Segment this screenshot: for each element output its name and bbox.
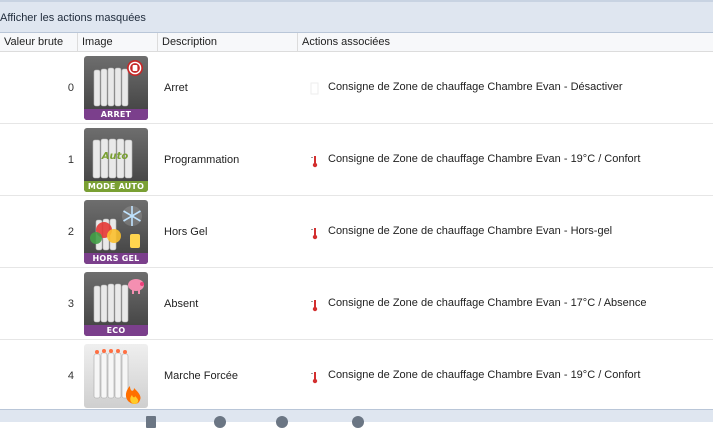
description-cell: Arret <box>164 82 188 94</box>
raw-value: 3 <box>67 298 74 310</box>
table-row[interactable]: 2 HORS GEL Hors Gel Consigne de Zone de … <box>0 196 713 268</box>
thermometer-icon <box>311 228 318 240</box>
action-link[interactable]: Consigne de Zone de chauffage Chambre Ev… <box>328 297 647 309</box>
description-cell: Absent <box>164 298 199 310</box>
raw-value: 4 <box>67 370 74 382</box>
document-icon[interactable] <box>146 416 156 428</box>
thumb-badge: ECO <box>84 325 148 336</box>
radiator-eco-icon: ECO <box>84 272 148 336</box>
radiator-stop-icon: ARRET <box>84 56 148 120</box>
toolbar-button-icon[interactable] <box>276 416 288 428</box>
column-header-image[interactable]: Image <box>78 33 158 51</box>
column-header-raw-value[interactable]: Valeur brute <box>0 33 78 51</box>
table-row[interactable]: 3 ECO Absent Consigne de Zone de chauffa… <box>0 268 713 340</box>
column-header-actions[interactable]: Actions associées <box>298 33 713 51</box>
thermometer-icon <box>311 372 318 384</box>
action-link[interactable]: Consigne de Zone de chauffage Chambre Ev… <box>328 369 640 381</box>
empty-action-icon <box>310 82 319 95</box>
description-cell: Hors Gel <box>164 226 208 238</box>
show-hidden-actions-link[interactable]: Afficher les actions masquées <box>0 12 146 24</box>
description-cell: Marche Forcée <box>164 370 238 382</box>
raw-value: 0 <box>67 82 74 94</box>
action-link[interactable]: Consigne de Zone de chauffage Chambre Ev… <box>328 225 612 237</box>
thumb-badge: ARRET <box>84 109 148 120</box>
table-row[interactable]: 4 Marche Forcée Consigne de Zone de chau… <box>0 340 713 412</box>
thumb-badge: MODE AUTO <box>84 181 148 192</box>
radiator-frost-icon: HORS GEL <box>84 200 148 264</box>
radiator-auto-icon: Auto MODE AUTO <box>84 128 148 192</box>
top-toolbar: Afficher les actions masquées <box>0 0 713 33</box>
description-cell: Programmation <box>164 154 240 166</box>
table-row[interactable]: 1 Auto MODE AUTO Programmation Consigne … <box>0 124 713 196</box>
table-row[interactable]: 0 ARRET Arret Consigne de Zone de chauff… <box>0 52 713 124</box>
column-header-description[interactable]: Description <box>158 33 298 51</box>
thermometer-icon <box>311 300 318 312</box>
radiator-flame-icon <box>84 344 148 408</box>
raw-value: 1 <box>67 154 74 166</box>
raw-value: 2 <box>67 226 74 238</box>
bottom-toolbar <box>0 409 713 428</box>
toolbar-button-icon[interactable] <box>214 416 226 428</box>
toolbar-button-icon[interactable] <box>352 416 364 428</box>
action-link[interactable]: Consigne de Zone de chauffage Chambre Ev… <box>328 153 640 165</box>
table-header: Valeur brute Image Description Actions a… <box>0 33 713 52</box>
thermometer-icon <box>311 156 318 168</box>
thumb-badge: HORS GEL <box>84 253 148 264</box>
svg-text:Auto: Auto <box>101 151 129 162</box>
thumb-badge <box>84 397 148 408</box>
action-link[interactable]: Consigne de Zone de chauffage Chambre Ev… <box>328 81 623 93</box>
